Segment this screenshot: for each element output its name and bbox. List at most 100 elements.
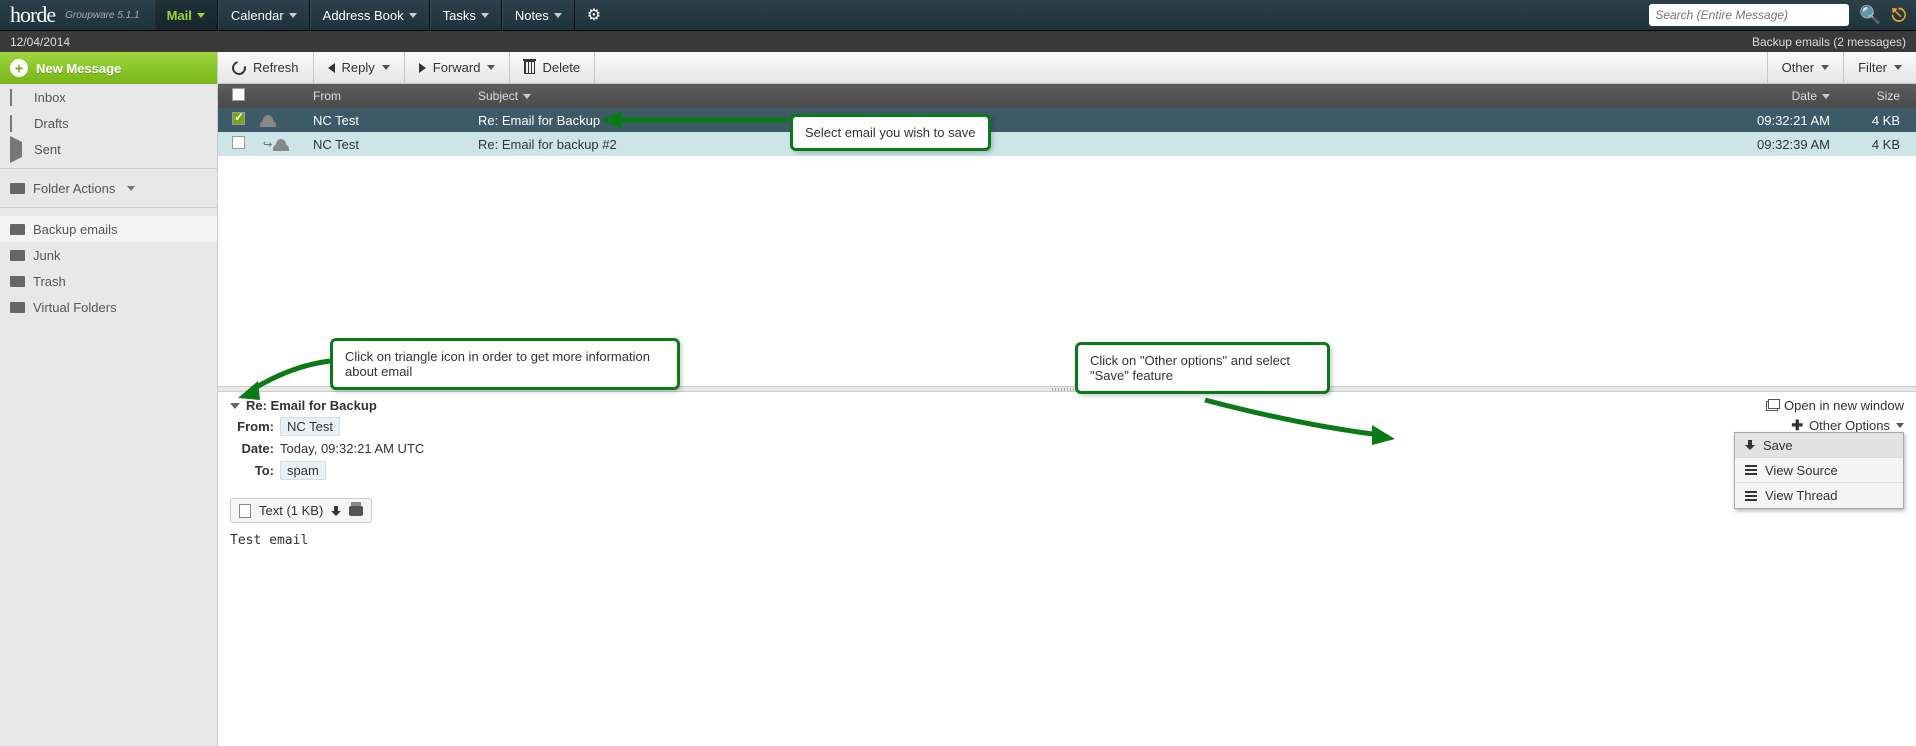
current-date: 12/04/2014	[10, 35, 70, 49]
sidebar-sent[interactable]: Sent	[0, 136, 217, 162]
folder-virtual[interactable]: Virtual Folders	[0, 294, 217, 320]
nav-calendar[interactable]: Calendar	[218, 0, 310, 30]
row-from: NC Test	[313, 113, 478, 128]
message-list-header: From Subject Date Size	[218, 84, 1916, 108]
folder-junk[interactable]: Junk	[0, 242, 217, 268]
email-body: Test email	[230, 533, 1904, 548]
chevron-down-icon	[382, 65, 390, 70]
folder-status: Backup emails (2 messages)	[1752, 35, 1906, 49]
reply-button[interactable]: Reply	[314, 52, 405, 84]
new-message-button[interactable]: + New Message	[0, 52, 217, 84]
folder-icon	[10, 183, 25, 194]
row-date: 09:32:21 AM	[1686, 113, 1846, 128]
delete-button[interactable]: Delete	[510, 52, 595, 84]
popup-view-source[interactable]: View Source	[1735, 458, 1903, 483]
callout-other-options: Click on "Other options" and select "Sav…	[1075, 342, 1330, 394]
row-subject: Re: Email for backup #2	[478, 137, 1686, 152]
other-menu[interactable]: Other	[1767, 52, 1844, 84]
folder-actions-menu[interactable]: Folder Actions	[0, 175, 217, 201]
sort-icon	[1822, 94, 1830, 99]
app-logo: horde	[0, 2, 65, 28]
chevron-down-icon	[1894, 65, 1902, 70]
nav-mail[interactable]: Mail	[154, 0, 218, 30]
chevron-down-icon	[409, 13, 417, 18]
nav-addressbook[interactable]: Address Book	[310, 0, 430, 30]
folder-icon	[10, 302, 25, 313]
logout-icon[interactable]: ⎋	[1892, 5, 1906, 26]
chevron-down-icon	[127, 186, 135, 191]
row-from: NC Test	[313, 137, 478, 152]
expand-triangle-icon[interactable]	[230, 403, 240, 409]
envelope-icon	[10, 89, 12, 106]
download-icon	[1745, 440, 1755, 450]
nav-notes[interactable]: Notes	[502, 0, 575, 30]
document-icon	[239, 504, 251, 518]
row-size: 4 KB	[1846, 113, 1916, 128]
gear-icon[interactable]: ⚙	[575, 5, 613, 25]
plus-icon: +	[10, 59, 28, 77]
search-icon[interactable]: 🔍	[1859, 5, 1881, 26]
date-label: Date:	[230, 441, 280, 456]
new-window-icon	[1766, 401, 1778, 411]
to-label: To:	[230, 463, 280, 478]
nav-tasks[interactable]: Tasks	[430, 0, 502, 30]
message-row[interactable]: ↪ NC Test Re: Email for backup #2 09:32:…	[218, 132, 1916, 156]
chevron-down-icon	[554, 13, 562, 18]
message-row[interactable]: NC Test Re: Email for Backup 09:32:21 AM…	[218, 108, 1916, 132]
other-options-popup: Save View Source View Thread	[1734, 432, 1904, 509]
filter-menu[interactable]: Filter	[1843, 52, 1916, 84]
forward-icon	[419, 63, 426, 73]
row-checkbox[interactable]	[232, 112, 245, 125]
print-icon[interactable]	[349, 506, 363, 516]
folder-icon	[10, 224, 25, 235]
folder-backup-emails[interactable]: Backup emails	[0, 216, 217, 242]
preview-to[interactable]: spam	[280, 461, 326, 480]
open-new-window-link[interactable]: Open in new window	[1766, 398, 1904, 413]
row-date: 09:32:39 AM	[1686, 137, 1846, 152]
replied-icon: ↪	[263, 138, 272, 151]
sidebar-inbox[interactable]: Inbox	[0, 84, 217, 110]
sidebar-drafts[interactable]: Drafts	[0, 110, 217, 136]
reply-icon	[328, 63, 335, 73]
person-icon	[263, 115, 273, 125]
list-icon	[1745, 491, 1757, 501]
chevron-down-icon	[481, 13, 489, 18]
sort-icon	[523, 94, 531, 99]
person-icon	[276, 139, 286, 149]
chevron-down-icon	[1821, 65, 1829, 70]
refresh-icon	[229, 58, 248, 77]
list-icon	[1745, 465, 1757, 475]
chevron-down-icon	[1896, 423, 1904, 428]
preview-from[interactable]: NC Test	[280, 417, 340, 436]
column-size[interactable]: Size	[1846, 89, 1916, 103]
refresh-button[interactable]: Refresh	[218, 52, 314, 84]
select-all-checkbox[interactable]	[232, 88, 245, 101]
send-icon	[10, 136, 22, 163]
callout-triangle: Click on triangle icon in order to get m…	[330, 338, 680, 390]
app-version: Groupware 5.1.1	[65, 10, 140, 21]
attachment-label: Text (1 KB)	[259, 503, 323, 518]
callout-select-email: Select email you wish to save	[790, 114, 991, 151]
folder-icon	[10, 250, 25, 261]
folder-trash[interactable]: Trash	[0, 268, 217, 294]
row-checkbox[interactable]	[232, 136, 245, 149]
chevron-down-icon	[289, 13, 297, 18]
chevron-down-icon	[197, 13, 205, 18]
popup-view-thread[interactable]: View Thread	[1735, 483, 1903, 508]
chevron-down-icon	[487, 65, 495, 70]
attachment-bar: Text (1 KB)	[230, 498, 372, 523]
forward-button[interactable]: Forward	[405, 52, 511, 84]
column-subject[interactable]: Subject	[478, 89, 1686, 103]
from-label: From:	[230, 419, 280, 434]
row-size: 4 KB	[1846, 137, 1916, 152]
folder-icon	[10, 276, 25, 287]
arrow-annotation	[600, 108, 790, 132]
popup-save[interactable]: Save	[1735, 433, 1903, 458]
search-input[interactable]	[1649, 4, 1849, 26]
trash-icon	[524, 61, 535, 74]
column-from[interactable]: From	[313, 89, 478, 103]
arrow-annotation	[230, 356, 340, 401]
download-icon[interactable]	[331, 506, 341, 516]
envelope-icon	[10, 115, 12, 132]
column-date[interactable]: Date	[1686, 89, 1846, 103]
